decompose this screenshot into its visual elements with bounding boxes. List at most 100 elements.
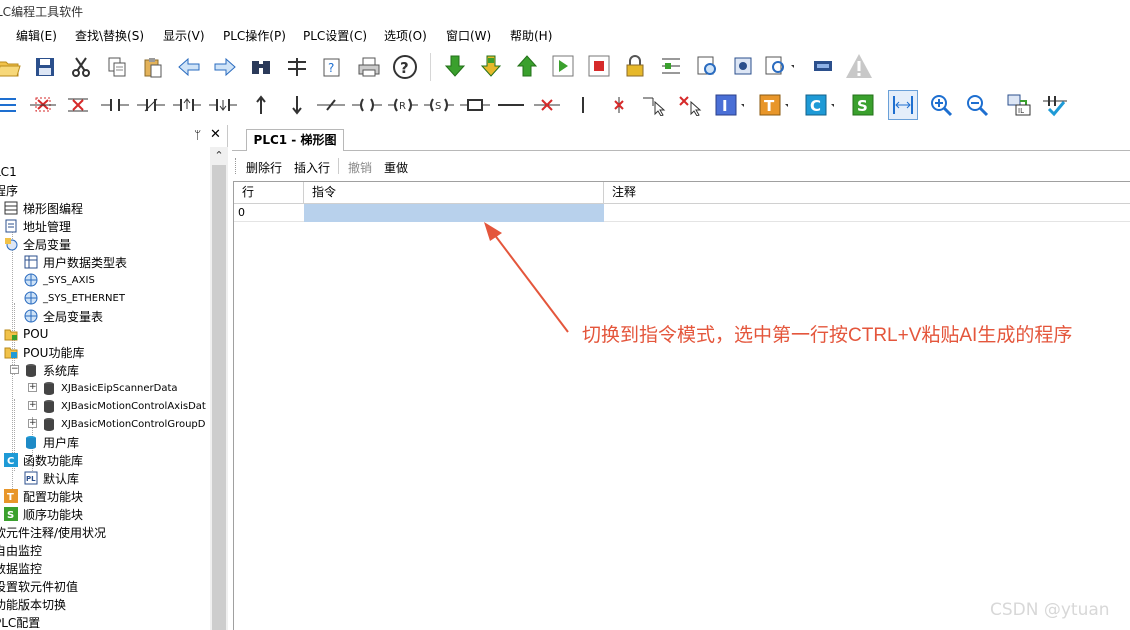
s-block-icon[interactable]: S: [848, 90, 878, 120]
redo-button[interactable]: 重做: [384, 159, 408, 176]
function-block-icon[interactable]: [460, 90, 490, 120]
copy-icon[interactable]: [102, 52, 132, 82]
upload-icon[interactable]: [476, 51, 506, 81]
tree-item[interactable]: 自由监控: [0, 541, 42, 559]
tree-item[interactable]: PLC配置: [0, 613, 40, 630]
coil-icon[interactable]: [352, 90, 382, 120]
debug-icon[interactable]: [692, 51, 722, 81]
verify-icon[interactable]: [512, 51, 542, 81]
tree-item[interactable]: XJBasicMotionControlAxisDat: [42, 397, 206, 415]
tree-item[interactable]: XJBasicEipScannerData: [42, 379, 178, 397]
open-folder-icon[interactable]: [0, 52, 24, 82]
column-header-line[interactable]: 行: [234, 182, 304, 204]
column-header-comment[interactable]: 注释: [604, 182, 1130, 204]
menu-window[interactable]: 窗口(W): [446, 27, 491, 44]
down-arrow-icon[interactable]: [282, 90, 312, 120]
tree-item[interactable]: _SYS_AXIS: [24, 271, 95, 289]
no-contact-icon[interactable]: [100, 90, 130, 120]
tab-plc1-ladder[interactable]: PLC1 - 梯形图: [246, 129, 344, 151]
compare-icon[interactable]: [282, 52, 312, 82]
undo-button[interactable]: 撤销: [348, 159, 372, 176]
convert-il-icon[interactable]: IL: [1004, 90, 1034, 120]
column-header-instruction[interactable]: 指令: [304, 182, 604, 204]
tree-item[interactable]: 梯形图编程: [4, 199, 83, 217]
set-coil-icon[interactable]: S: [424, 90, 454, 120]
download-icon[interactable]: [440, 51, 470, 81]
tree-item[interactable]: 程序: [0, 181, 18, 199]
cursor-icon[interactable]: [640, 90, 670, 120]
neg-edge-icon[interactable]: [208, 90, 238, 120]
scroll-up-icon[interactable]: ⌃: [210, 147, 228, 165]
up-arrow-icon[interactable]: [246, 90, 276, 120]
close-icon[interactable]: ✕: [210, 127, 221, 142]
tree-scrollbar[interactable]: ⌃: [210, 147, 228, 630]
tree-item[interactable]: 设置软元件初值: [0, 577, 78, 595]
tree-item[interactable]: T 配置功能块: [4, 487, 83, 505]
find-replace-icon[interactable]: ?: [318, 52, 348, 82]
stop-icon[interactable]: [584, 51, 614, 81]
tree-item[interactable]: 系统库: [24, 361, 79, 379]
tree-item[interactable]: LC1: [0, 163, 17, 181]
delete-vertical-icon[interactable]: [604, 90, 634, 120]
invert-icon[interactable]: [316, 90, 346, 120]
run-icon[interactable]: [548, 51, 578, 81]
tree-item[interactable]: 软元件注释/使用状况: [0, 523, 106, 541]
expand-toggle[interactable]: +: [28, 383, 37, 392]
t-block-icon[interactable]: T: [758, 90, 788, 120]
fit-width-icon[interactable]: [888, 90, 918, 120]
nc-contact-icon[interactable]: [136, 90, 166, 120]
delete-all-icon[interactable]: [64, 90, 94, 120]
cell-line[interactable]: 0: [234, 204, 304, 222]
reset-coil-icon[interactable]: R: [388, 90, 418, 120]
menu-view[interactable]: 显示(V): [163, 27, 205, 44]
back-arrow-icon[interactable]: [174, 52, 204, 82]
tree-item[interactable]: XJBasicMotionControlGroupD: [42, 415, 205, 433]
cell-instruction[interactable]: [304, 204, 604, 222]
comm-icon[interactable]: [808, 51, 838, 81]
menu-find-replace[interactable]: 查找\替换(S): [75, 27, 144, 44]
forward-arrow-icon[interactable]: [210, 52, 240, 82]
tree-item[interactable]: 全局变量: [4, 235, 71, 253]
tree-item[interactable]: PL 默认库: [24, 469, 79, 487]
delete-row-icon[interactable]: [28, 90, 58, 120]
scroll-thumb[interactable]: [212, 165, 226, 630]
tree-item[interactable]: 用户数据类型表: [24, 253, 127, 271]
tree-item[interactable]: 全局变量表: [24, 307, 103, 325]
horizontal-line-icon[interactable]: [496, 90, 526, 120]
tree-item[interactable]: C 函数功能库: [4, 451, 83, 469]
vertical-line-icon[interactable]: [568, 90, 598, 120]
settings-icon[interactable]: [728, 51, 758, 81]
tree-item[interactable]: _SYS_ETHERNET: [24, 289, 125, 307]
zoom-out-icon[interactable]: [962, 90, 992, 120]
delete-row-button[interactable]: 删除行: [246, 159, 282, 176]
zoom-dropdown-icon[interactable]: [764, 51, 794, 81]
help-icon[interactable]: ?: [390, 52, 420, 82]
menu-plc-operation[interactable]: PLC操作(P): [223, 27, 286, 44]
c-block-icon[interactable]: C: [804, 90, 834, 120]
tree-item[interactable]: S 顺序功能块: [4, 505, 83, 523]
warning-icon[interactable]: [844, 51, 874, 81]
menu-options[interactable]: 选项(O): [384, 27, 427, 44]
tree-item[interactable]: 用户库: [24, 433, 79, 451]
menu-help[interactable]: 帮助(H): [510, 27, 552, 44]
check-icon[interactable]: [1040, 90, 1070, 120]
tree-item[interactable]: 数据监控: [0, 559, 42, 577]
tree-item[interactable]: 地址管理: [4, 217, 71, 235]
save-icon[interactable]: [30, 52, 60, 82]
pin-icon[interactable]: ᛘ: [194, 128, 201, 142]
delete-line-icon[interactable]: [532, 90, 562, 120]
table-row[interactable]: 0: [234, 204, 1130, 222]
tree-item[interactable]: POU功能库: [4, 343, 84, 361]
zoom-in-icon[interactable]: [926, 90, 956, 120]
monitor-icon[interactable]: [656, 51, 686, 81]
tree-item[interactable]: 功能版本切换: [0, 595, 66, 613]
i-block-icon[interactable]: I: [714, 90, 744, 120]
delete-cursor-icon[interactable]: [676, 90, 706, 120]
expand-toggle[interactable]: +: [28, 401, 37, 410]
paste-icon[interactable]: [138, 52, 168, 82]
collapse-toggle[interactable]: −: [10, 365, 19, 374]
insert-row-button[interactable]: 插入行: [294, 159, 330, 176]
cell-comment[interactable]: [604, 204, 1130, 222]
menu-plc-settings[interactable]: PLC设置(C): [303, 27, 367, 44]
menu-edit[interactable]: 编辑(E): [16, 27, 57, 44]
